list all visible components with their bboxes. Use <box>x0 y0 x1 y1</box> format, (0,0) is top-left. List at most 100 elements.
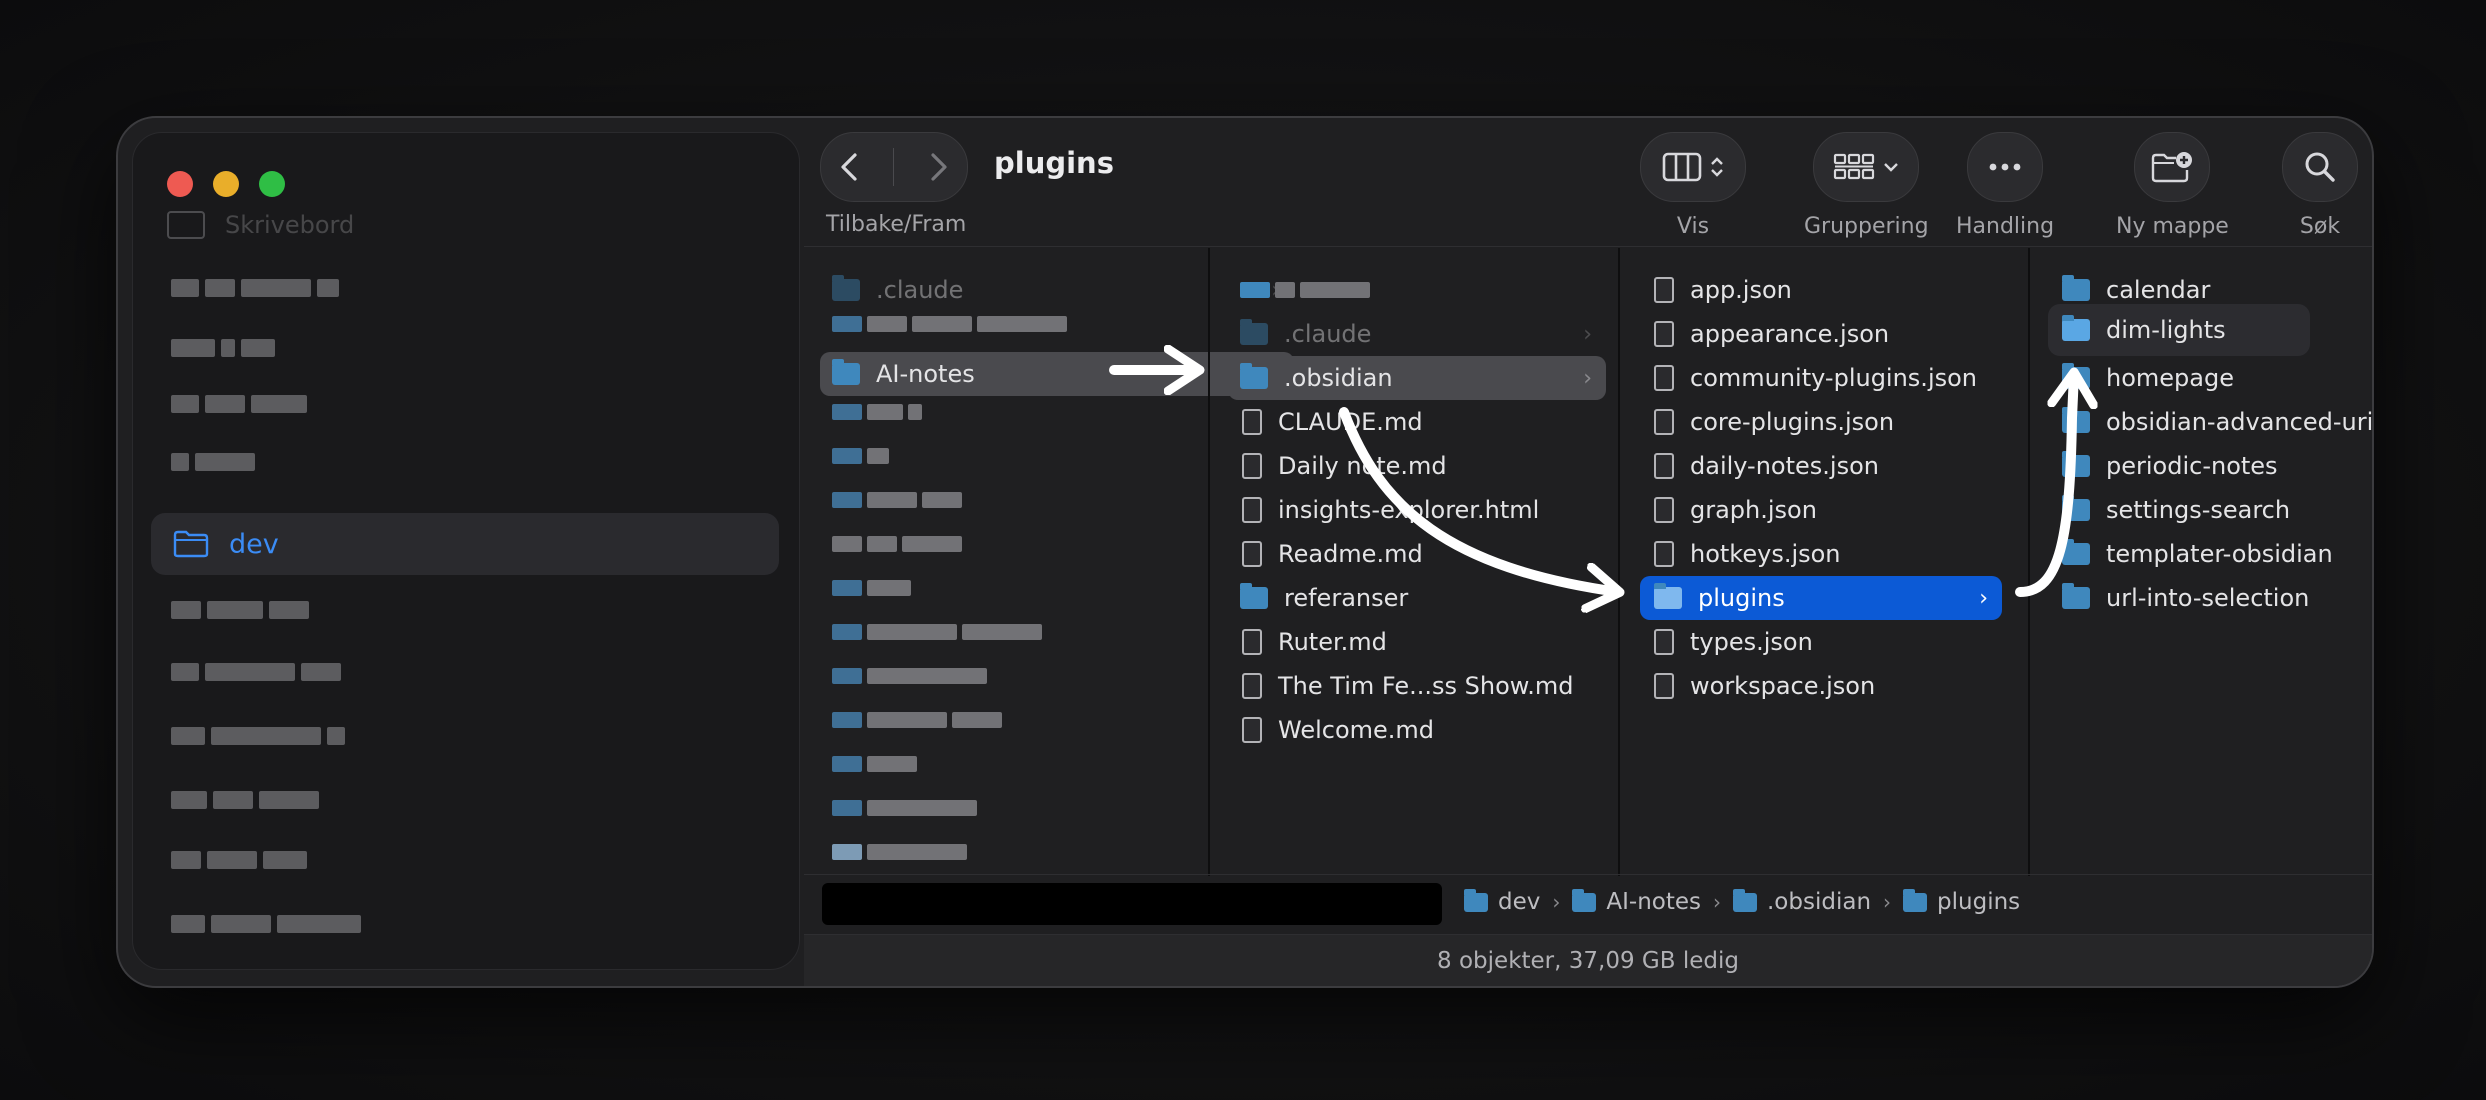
chevron-right-icon: › <box>1583 321 1592 347</box>
search-label: Søk <box>2299 214 2341 239</box>
breadcrumb-item-plugins[interactable]: plugins <box>1903 888 2020 915</box>
new-folder-button[interactable]: Ny mappe <box>2116 132 2229 239</box>
file-icon <box>1242 629 1262 655</box>
back-forward-control <box>820 132 968 202</box>
blurred-sidebar-item[interactable] <box>171 393 307 415</box>
folder-icon <box>2062 315 2090 341</box>
list-item[interactable]: templater-obsidian <box>2062 532 2333 576</box>
list-item[interactable]: Readme.md <box>1242 532 1423 576</box>
folder-icon <box>173 530 209 558</box>
list-item[interactable]: settings-search <box>2062 488 2290 532</box>
chevron-left-icon[interactable] <box>835 149 865 185</box>
blurred-list-item[interactable] <box>832 800 977 816</box>
sidebar-item-skrivebord[interactable]: Skrivebord <box>167 211 354 239</box>
blurred-list-item[interactable] <box>832 536 962 552</box>
blurred-sidebar-item[interactable] <box>171 277 339 299</box>
list-item[interactable]: Welcome.md <box>1242 708 1434 752</box>
list-item[interactable]: hotkeys.json <box>1654 532 1841 576</box>
chevron-right-icon: › <box>1883 890 1892 914</box>
blurred-list-item[interactable] <box>832 844 967 860</box>
list-item[interactable]: The Tim Fe...ss Show.md <box>1242 664 1573 708</box>
blurred-sidebar-item[interactable] <box>171 913 361 935</box>
list-item[interactable]: daily-notes.json <box>1654 444 1879 488</box>
chevron-down-icon <box>1884 163 1899 172</box>
list-item[interactable]: graph.json <box>1654 488 1817 532</box>
blurred-sidebar-item[interactable] <box>171 789 319 811</box>
list-item[interactable]: appearance.json <box>1654 312 1889 356</box>
list-item[interactable]: referanser <box>1240 576 1408 620</box>
group-label: Gruppering <box>1804 214 1929 239</box>
blurred-sidebar-item[interactable] <box>171 599 309 621</box>
blurred-list-item[interactable] <box>832 756 917 772</box>
action-button[interactable]: Handling <box>1956 132 2054 239</box>
list-item[interactable]: workspace.json <box>1654 664 1875 708</box>
blurred-sidebar-item[interactable] <box>171 451 255 473</box>
blurred-list-item[interactable] <box>832 404 922 420</box>
file-icon <box>1242 409 1262 435</box>
file-icon <box>1242 673 1262 699</box>
list-item[interactable]: app.json <box>1654 268 1792 312</box>
folder-icon <box>1464 888 1488 912</box>
folder-icon <box>2062 451 2090 477</box>
folder-icon <box>1240 319 1268 345</box>
blurred-list-item[interactable] <box>832 580 911 596</box>
folder-icon <box>1654 583 1682 609</box>
breadcrumb-item-obsidian[interactable]: .obsidian <box>1733 888 1871 915</box>
list-item-plugins[interactable]: plugins › <box>1640 576 2002 620</box>
zoom-button[interactable] <box>259 171 285 197</box>
blurred-list-item[interactable] <box>832 316 1067 332</box>
column-divider[interactable] <box>1208 248 1210 876</box>
list-item[interactable]: community-plugins.json <box>1654 356 1977 400</box>
view-button[interactable]: Vis <box>1640 132 1746 239</box>
list-item[interactable]: .claude › <box>1228 312 1606 356</box>
close-button[interactable] <box>167 171 193 197</box>
chevron-right-icon: › <box>1713 890 1721 914</box>
newfolder-label: Ny mappe <box>2116 214 2229 239</box>
breadcrumb-item-dev[interactable]: dev <box>1464 888 1540 915</box>
file-icon <box>1654 365 1674 391</box>
blurred-sidebar-item[interactable] <box>171 661 341 683</box>
folder-icon <box>2062 407 2090 433</box>
file-icon <box>1654 497 1674 523</box>
list-item[interactable]: insights-explorer.html <box>1242 488 1539 532</box>
group-button[interactable]: Gruppering <box>1804 132 1929 239</box>
chevron-right-icon[interactable] <box>923 149 953 185</box>
column-divider[interactable] <box>2028 248 2030 876</box>
list-item-obsidian[interactable]: .obsidian › <box>1228 356 1606 400</box>
search-button[interactable]: Søk <box>2282 132 2358 239</box>
list-item[interactable]: Ruter.md <box>1242 620 1387 664</box>
folder-icon <box>2062 583 2090 609</box>
minimize-button[interactable] <box>213 171 239 197</box>
column-view-icon <box>1662 152 1702 182</box>
blurred-sidebar-item[interactable] <box>171 725 345 747</box>
blurred-list-item[interactable] <box>832 668 987 684</box>
file-icon <box>1242 497 1262 523</box>
list-item[interactable]: .claude › <box>820 268 1294 312</box>
blurred-list-item[interactable] <box>832 492 962 508</box>
breadcrumb-item-ai-notes[interactable]: AI-notes <box>1572 888 1701 915</box>
list-item[interactable]: core-plugins.json <box>1654 400 1894 444</box>
list-item[interactable]: homepage <box>2062 356 2234 400</box>
list-item[interactable]: url-into-selection <box>2062 576 2309 620</box>
list-item[interactable]: types.json <box>1654 620 1813 664</box>
blurred-list-item[interactable] <box>832 448 889 464</box>
sidebar-item-label: Skrivebord <box>225 211 355 239</box>
column-divider[interactable] <box>1618 248 1620 876</box>
list-item-ai-notes[interactable]: AI-notes <box>820 352 1294 396</box>
search-icon <box>2305 152 2335 182</box>
blurred-list-item[interactable] <box>832 712 1002 728</box>
list-item-dim-lights[interactable]: dim-lights <box>2048 304 2310 356</box>
blurred-list-item[interactable] <box>1240 282 1370 298</box>
blurred-sidebar-item[interactable] <box>171 337 275 359</box>
folder-icon <box>2062 363 2090 389</box>
folder-icon <box>832 359 860 385</box>
list-item[interactable]: Daily note.md <box>1242 444 1447 488</box>
sidebar-item-label: dev <box>229 528 279 560</box>
blurred-sidebar-item[interactable] <box>171 849 307 871</box>
blurred-list-item[interactable] <box>832 624 1042 640</box>
folder-icon <box>1903 888 1928 912</box>
sidebar-item-dev[interactable]: dev <box>151 513 779 575</box>
list-item[interactable]: CLAUDE.md <box>1242 400 1423 444</box>
list-item[interactable]: periodic-notes <box>2062 444 2278 488</box>
list-item[interactable]: obsidian-advanced-uri <box>2062 400 2372 444</box>
